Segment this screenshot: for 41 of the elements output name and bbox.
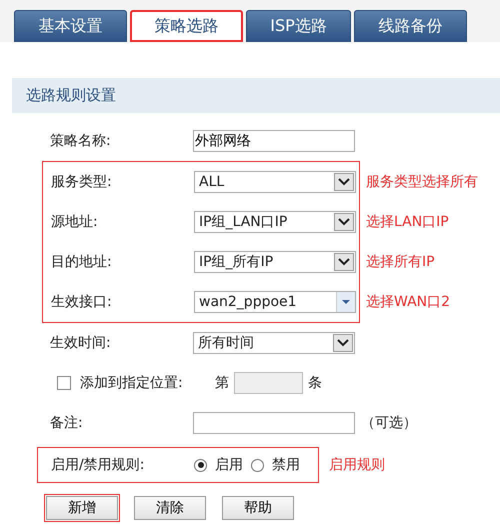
annotation: 选择所有IP xyxy=(366,253,435,271)
chevron-down-icon xyxy=(334,253,354,271)
radio-option[interactable]: 禁用 xyxy=(251,456,300,474)
field-label: 生效时间: xyxy=(50,334,112,352)
field-label: 启用/禁用规则: xyxy=(51,456,146,474)
form-button[interactable]: 新增 xyxy=(46,496,118,520)
field-label: 备注: xyxy=(50,414,84,432)
triangle-down-icon xyxy=(336,292,355,312)
prefix-text: 第 xyxy=(215,374,229,392)
optional-hint: （可选） xyxy=(361,414,417,432)
form-button[interactable]: 帮助 xyxy=(222,496,294,520)
chevron-down-icon xyxy=(334,213,354,231)
field-label: 策略名称: xyxy=(50,132,112,150)
annotation: 服务类型选择所有 xyxy=(366,173,478,191)
annotation: 选择WAN口2 xyxy=(366,293,450,311)
dropdown[interactable]: 所有时间 xyxy=(193,332,355,354)
dropdown[interactable]: ALL xyxy=(194,171,356,193)
section-title: 选路规则设置 xyxy=(26,86,116,105)
dropdown[interactable]: IP组_所有IP xyxy=(194,251,356,273)
field-label: 添加到指定位置: xyxy=(80,374,184,392)
input-field[interactable] xyxy=(193,412,355,434)
field-label: 服务类型: xyxy=(51,173,113,191)
suffix-text: 条 xyxy=(308,374,322,392)
checkbox[interactable] xyxy=(57,376,71,390)
position-field[interactable] xyxy=(234,372,303,394)
dropdown[interactable]: wan2_pppoe1 xyxy=(194,291,356,313)
tab[interactable]: 基本设置 xyxy=(14,10,127,42)
form-button[interactable]: 清除 xyxy=(134,496,206,520)
radio-option[interactable]: 启用 xyxy=(194,456,243,474)
field-label: 目的地址: xyxy=(51,253,113,271)
tab[interactable]: ISP选路 xyxy=(246,10,351,42)
chevron-down-icon xyxy=(334,173,354,191)
dropdown[interactable]: IP组_LAN口IP xyxy=(194,211,356,233)
field-label: 源地址: xyxy=(51,213,99,231)
annotation: 启用规则 xyxy=(329,456,385,474)
input-field[interactable]: 外部网络 xyxy=(193,130,355,152)
chevron-down-icon xyxy=(333,334,353,352)
tab[interactable]: 线路备份 xyxy=(354,10,467,42)
field-label: 生效接口: xyxy=(51,293,113,311)
annotation: 选择LAN口IP xyxy=(366,213,449,231)
tab[interactable]: 策略选路 xyxy=(130,10,243,42)
